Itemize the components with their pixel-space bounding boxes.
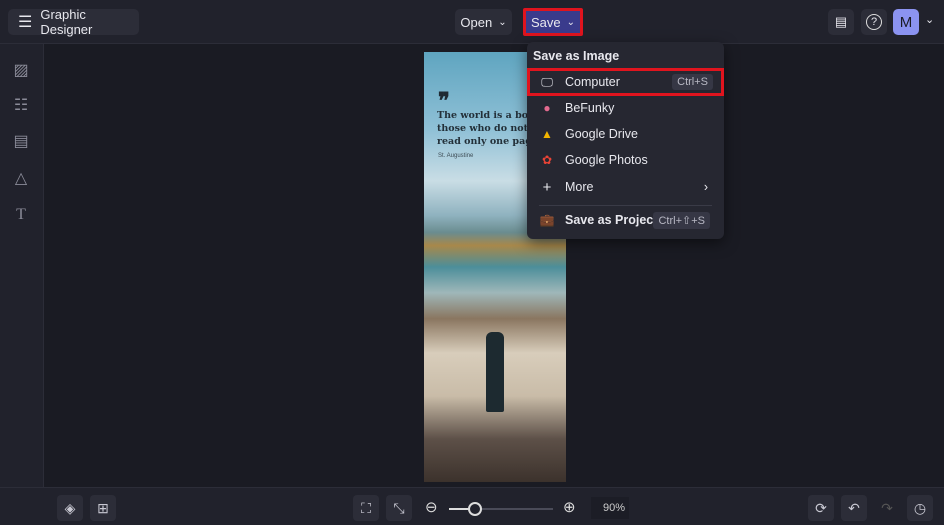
save-label: Save: [530, 14, 561, 30]
menu-item-save-project[interactable]: 💼 Save as Project Ctrl+⇧+S: [533, 207, 718, 233]
comment-icon: ▤: [834, 14, 848, 29]
fit-screen-button[interactable]: ⛶: [353, 495, 379, 521]
comments-button[interactable]: ▤: [828, 9, 854, 35]
hamburger-icon: ☰: [18, 14, 33, 31]
chevron-down-icon: ⌄: [566, 16, 576, 28]
quote-author: St. Augustine: [438, 153, 474, 159]
layers-icon: ◈: [64, 499, 76, 516]
menu-item-befunky[interactable]: ● BeFunky: [533, 95, 718, 121]
open-label: Open: [460, 14, 493, 30]
help-button[interactable]: ?: [861, 9, 887, 35]
plus-icon: +: [542, 178, 552, 196]
menu-item-label: Computer: [565, 75, 620, 89]
menu-button[interactable]: ☰ Graphic Designer: [8, 7, 139, 37]
person-figure: [486, 332, 504, 412]
refresh-icon: ⟳: [815, 499, 827, 516]
menu-item-label: Google Photos: [565, 153, 648, 167]
undo-button[interactable]: ↶: [841, 495, 867, 521]
grid-icon: ⊞: [97, 499, 109, 516]
divider: [539, 205, 712, 206]
left-toolbar: ▨ ☷ ▤ △ T: [0, 44, 44, 487]
menu-item-label: More: [565, 180, 594, 194]
avatar[interactable]: M: [893, 9, 919, 35]
save-menu: Save as Image 🖵 Computer Ctrl+S ● BeFunky …: [527, 42, 724, 239]
menu-item-label: Save as Project: [565, 213, 658, 227]
text-icon[interactable]: T: [12, 206, 30, 224]
zoom-slider[interactable]: [449, 502, 553, 516]
actual-size-button[interactable]: ⤡: [386, 495, 412, 521]
layers-button[interactable]: ◈: [57, 495, 83, 521]
zoom-value[interactable]: 90%: [591, 497, 629, 519]
history-icon: ◷: [913, 499, 927, 516]
briefcase-icon: 💼: [539, 213, 555, 227]
google-photos-icon: ✿: [541, 153, 553, 167]
layout-icon[interactable]: ▤: [12, 133, 30, 151]
chevron-down-icon[interactable]: ⌄: [925, 13, 934, 26]
shortcut: Ctrl+S: [672, 74, 713, 90]
shortcut: Ctrl+⇧+S: [653, 211, 710, 229]
grid-button[interactable]: ⊞: [90, 495, 116, 521]
adjust-sliders-icon[interactable]: ☷: [12, 97, 30, 115]
zoom-in-icon[interactable]: ⊕: [563, 498, 576, 516]
save-button[interactable]: Save ⌄: [523, 8, 583, 36]
menu-item-more[interactable]: + More ›: [533, 174, 718, 200]
menu-item-label: BeFunky: [565, 101, 615, 115]
expand-icon: ⛶: [361, 499, 371, 516]
zoom-slider-thumb[interactable]: [467, 502, 482, 516]
history-button[interactable]: ◷: [907, 495, 933, 521]
menu-item-google-drive[interactable]: ▲ Google Drive: [533, 121, 718, 147]
menu-heading: Save as Image: [533, 49, 620, 63]
google-drive-icon: ▲: [541, 127, 553, 141]
menu-item-computer[interactable]: 🖵 Computer Ctrl+S: [527, 68, 724, 96]
reset-button[interactable]: ⟳: [808, 495, 834, 521]
monitor-icon: 🖵: [541, 74, 553, 89]
zoom-slider-fill: [449, 508, 470, 510]
redo-icon: ↷: [881, 499, 893, 516]
menu-item-google-photos[interactable]: ✿ Google Photos: [533, 147, 718, 173]
avatar-initial: M: [899, 13, 913, 31]
chevron-right-icon: ›: [703, 180, 708, 194]
help-icon: ?: [866, 14, 882, 30]
collapse-icon: ⤡: [393, 499, 405, 516]
bottom-bar: ◈ ⊞ ⛶ ⤡ ⊖ ⊕ 90% ⟳ ↶ ↷ ◷: [0, 487, 944, 525]
shapes-icon[interactable]: △: [12, 170, 30, 188]
chevron-down-icon: ⌄: [498, 16, 507, 28]
top-bar: ☰ Graphic Designer Open ⌄ Save ⌄ ▤ ? M ⌄: [0, 0, 944, 44]
undo-icon: ↶: [848, 499, 860, 516]
open-button[interactable]: Open ⌄: [455, 9, 512, 35]
app-title: Graphic Designer: [40, 7, 93, 37]
image-icon[interactable]: ▨: [12, 62, 30, 80]
befunky-icon: ●: [543, 101, 551, 115]
redo-button[interactable]: ↷: [874, 495, 900, 521]
menu-item-label: Google Drive: [565, 127, 638, 141]
zoom-out-icon[interactable]: ⊖: [425, 498, 438, 516]
